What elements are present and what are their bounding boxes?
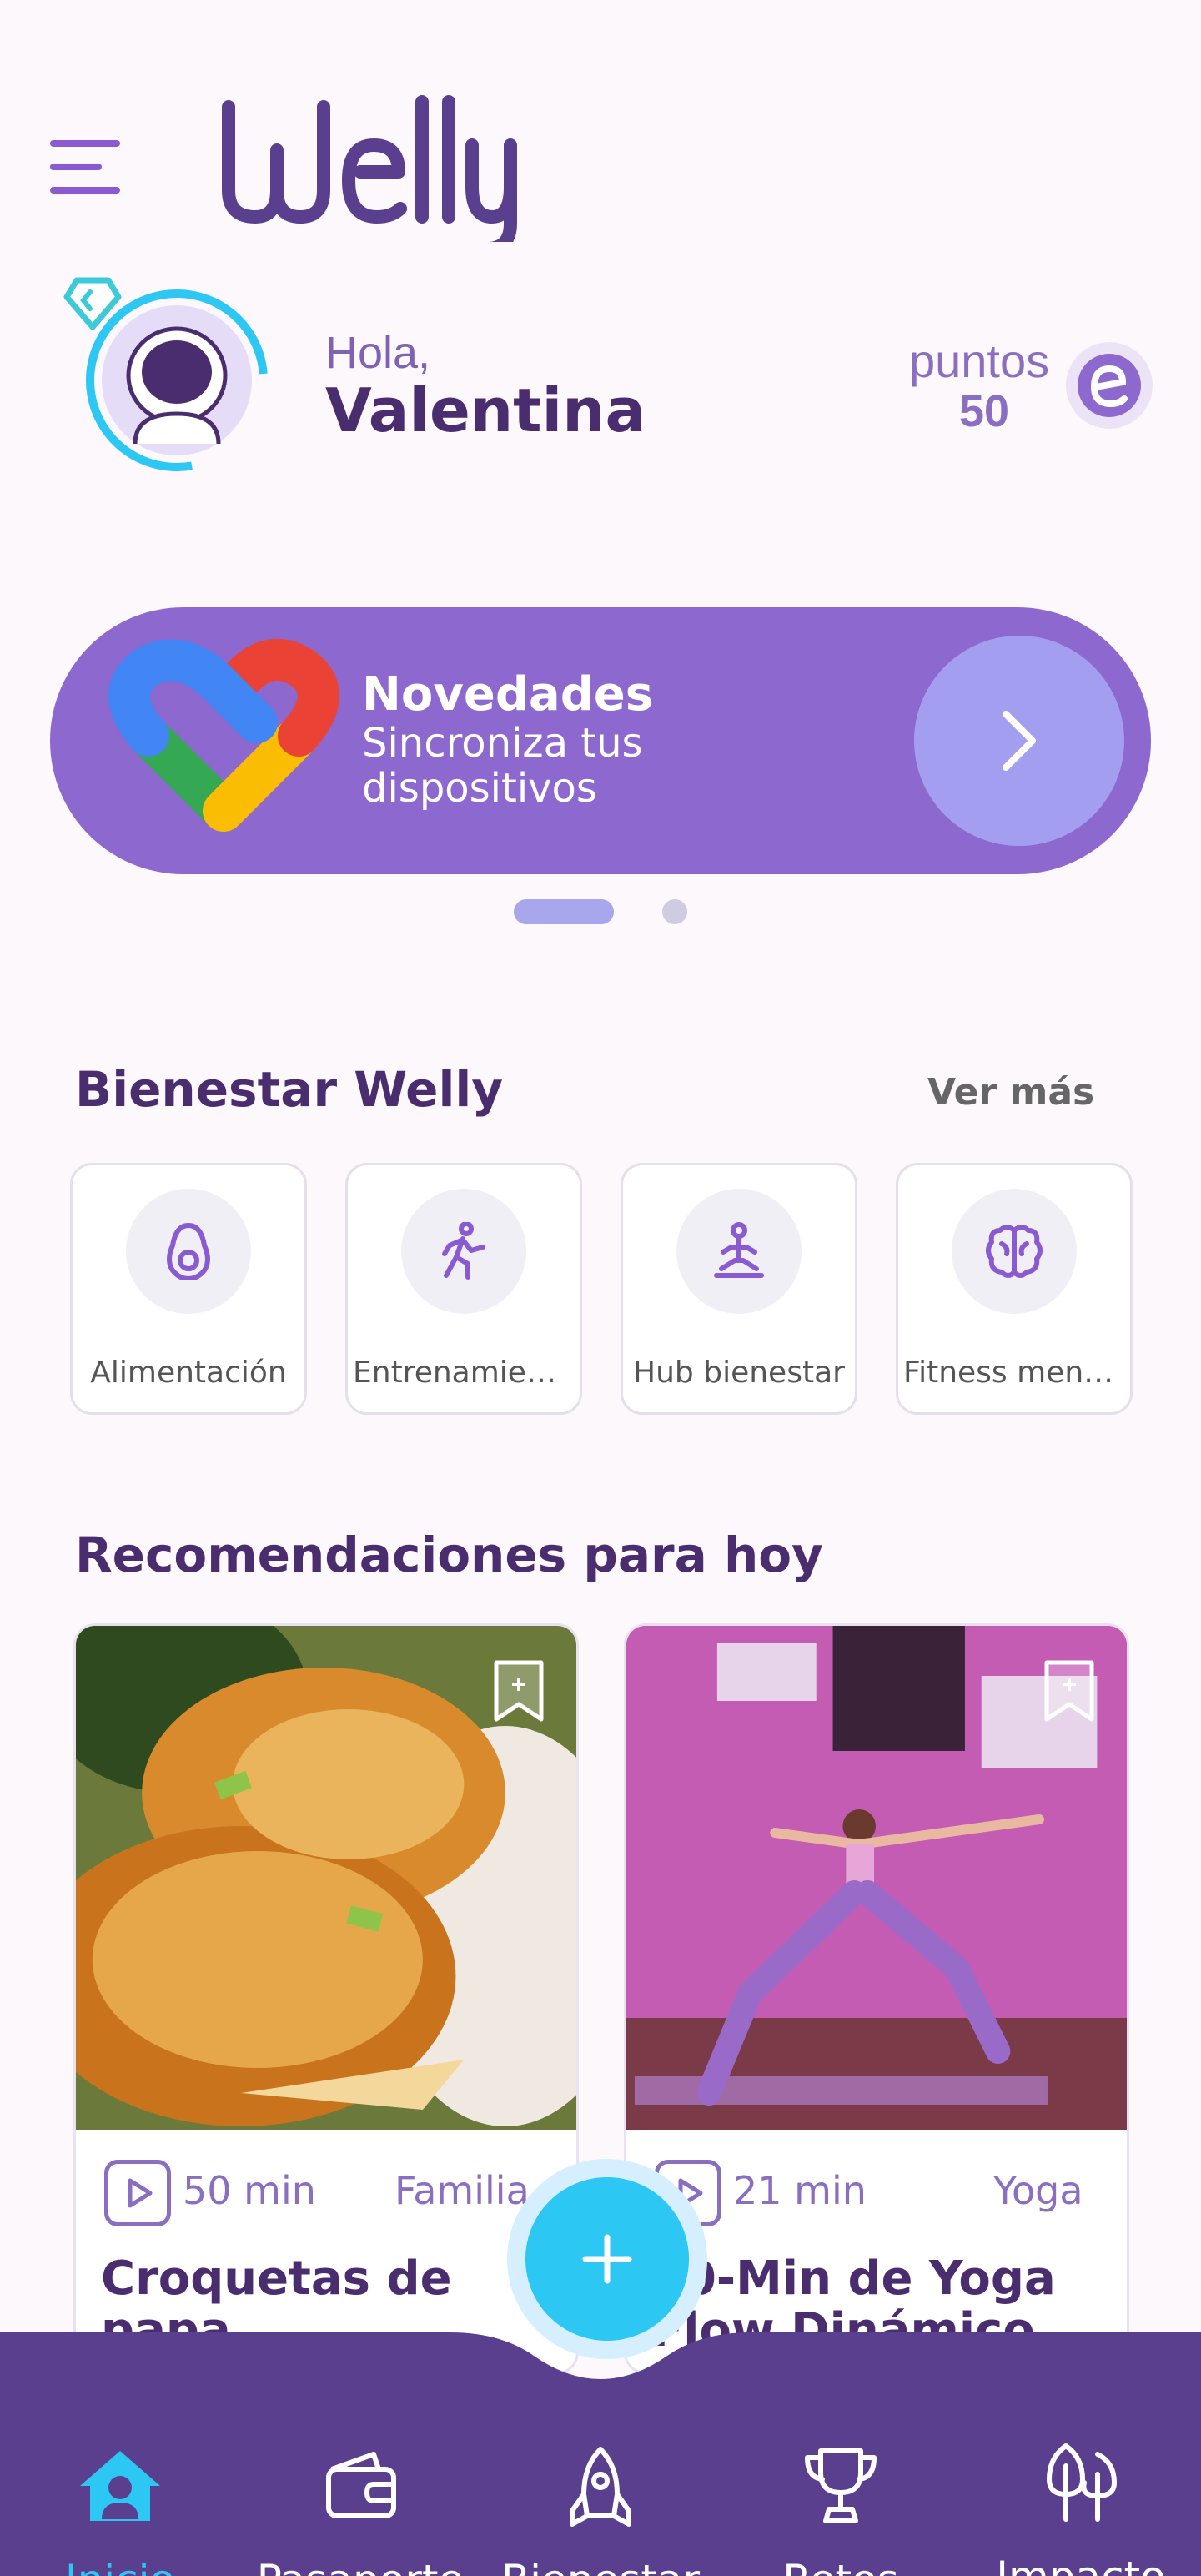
banner-next-button[interactable] [914, 636, 1124, 846]
recommendations-title: Recomendaciones para hoy [75, 1527, 823, 1583]
user-name: Valentina [325, 375, 646, 445]
nav-item-inicio[interactable]: Inicio [12, 2444, 229, 2576]
points-coin-icon[interactable] [1064, 340, 1154, 430]
brain-icon [986, 1225, 1043, 1278]
menu-button[interactable] [50, 133, 125, 200]
plus-icon [582, 2234, 632, 2284]
tile-label: Fitness ment… [903, 1356, 1126, 1390]
trees-icon [1047, 2443, 1117, 2522]
card-category: Yoga [993, 2168, 1083, 2213]
menu-line-top [50, 140, 120, 147]
wallet-icon [326, 2452, 396, 2518]
greeting: Hola, [325, 328, 431, 378]
google-fit-heart-icon [108, 639, 339, 832]
nav-item-bienestar[interactable]: Bienestar [492, 2444, 709, 2576]
chevron-right-icon [1003, 711, 1036, 771]
add-button[interactable] [507, 2159, 707, 2359]
card-duration: 21 min [733, 2168, 867, 2213]
avatar[interactable] [58, 267, 284, 492]
menu-line-bottom [50, 187, 120, 194]
recommendation-card[interactable]: 50 min Familia Croquetas de papa [73, 1623, 579, 2374]
nav-label: Retos [732, 2556, 949, 2576]
nav-item-impacto[interactable]: Impacto [972, 2441, 1189, 2576]
see-more-link[interactable]: Ver más [927, 1071, 1094, 1114]
welly-logo [222, 95, 517, 242]
home-icon [80, 2451, 160, 2521]
carousel-dot-active[interactable] [514, 899, 614, 924]
wellness-tile-nutrition[interactable]: Alimentación [70, 1163, 307, 1415]
tile-label: Entrenamien… [353, 1356, 575, 1390]
meditation-icon [714, 1222, 764, 1278]
tile-label: Alimentación [90, 1356, 287, 1390]
nav-label: Inicio [12, 2556, 229, 2576]
wellness-tile-hub[interactable]: Hub bienestar [621, 1163, 857, 1415]
trophy-icon [805, 2448, 877, 2523]
nav-label: Impacto [972, 2553, 1189, 2576]
nav-label: Pasaporte [252, 2556, 469, 2576]
nav-item-pasaporte[interactable]: Pasaporte [252, 2444, 469, 2576]
rocket-icon [570, 2447, 631, 2527]
wellness-tile-training[interactable]: Entrenamien… [345, 1163, 582, 1415]
carousel-dot[interactable] [662, 899, 687, 924]
card-category: Familia [394, 2168, 530, 2213]
nav-label: Bienestar [492, 2556, 709, 2576]
bookmark-icon[interactable] [1042, 1658, 1097, 1724]
banner-title: Novedades [362, 667, 654, 722]
nav-item-retos[interactable]: Retos [732, 2444, 949, 2576]
card-duration: 50 min [183, 2168, 316, 2213]
play-icon [104, 2160, 171, 2226]
menu-line-middle [50, 164, 102, 170]
wellness-tile-mental-fitness[interactable]: Fitness ment… [896, 1163, 1133, 1415]
avocado-icon [167, 1222, 210, 1280]
tile-label: Hub bienestar [633, 1356, 845, 1390]
banner-subtitle: Sincroniza tus dispositivos [362, 720, 643, 812]
points-value: 50 [959, 386, 1010, 436]
bookmark-icon[interactable] [491, 1658, 546, 1724]
points-label: puntos [909, 335, 1050, 387]
wellness-section-title: Bienestar Welly [75, 1061, 504, 1118]
running-person-icon [442, 1222, 485, 1280]
